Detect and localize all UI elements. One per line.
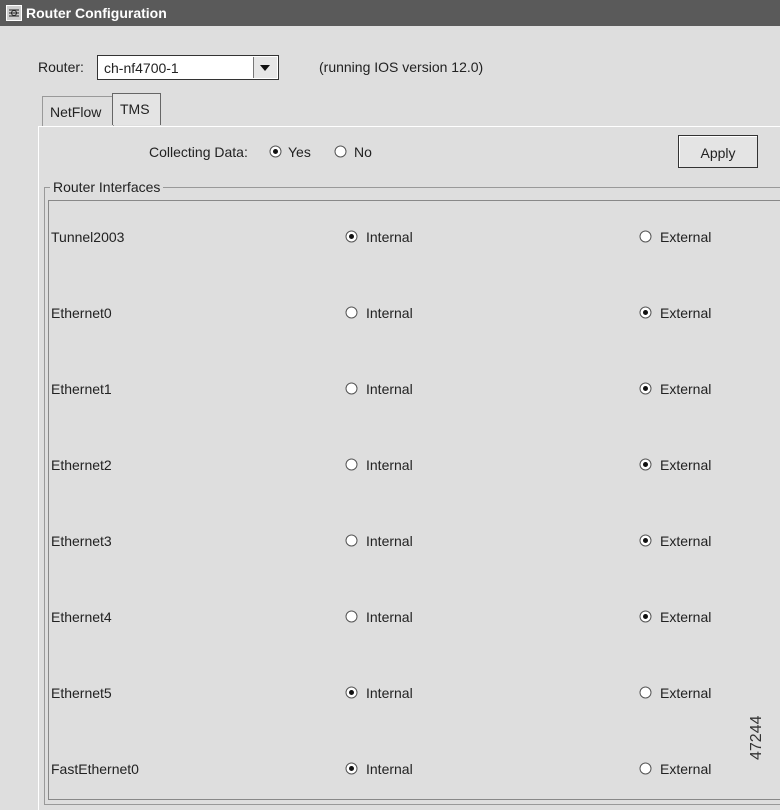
interfaces-list [48,200,780,800]
external-label: External [660,305,712,321]
interface-name: Ethernet1 [51,381,112,397]
router-select-value: ch-nf4700-1 [104,60,179,76]
external-radio[interactable] [639,762,652,775]
interface-name: FastEthernet0 [51,761,139,777]
external-label: External [660,685,712,701]
external-radio[interactable] [639,534,652,547]
router-interfaces-title: Router Interfaces [50,179,164,195]
external-label: External [660,533,712,549]
interface-name: Ethernet2 [51,457,112,473]
external-label: External [660,609,712,625]
chevron-down-icon [260,65,270,71]
apply-button[interactable]: Apply [678,135,758,168]
internal-label: Internal [366,609,413,625]
external-radio[interactable] [639,306,652,319]
internal-label: Internal [366,533,413,549]
external-radio[interactable] [639,230,652,243]
interface-name: Ethernet0 [51,305,112,321]
router-label: Router: [38,59,84,75]
internal-radio[interactable] [345,762,358,775]
collecting-yes-radio[interactable] [269,145,282,158]
internal-label: Internal [366,305,413,321]
interface-name: Tunnel2003 [51,229,125,245]
tab-tms[interactable]: TMS [112,93,161,125]
ios-version-note: (running IOS version 12.0) [319,59,484,75]
router-dropdown-button[interactable] [253,57,277,78]
internal-radio[interactable] [345,610,358,623]
external-label: External [660,761,712,777]
tab-netflow[interactable]: NetFlow [42,96,114,126]
internal-radio[interactable] [345,230,358,243]
external-radio[interactable] [639,458,652,471]
external-label: External [660,457,712,473]
router-configuration-window: Router Configuration Router: ch-nf4700-1… [0,0,780,810]
collecting-data-label: Collecting Data: [149,144,248,160]
internal-radio[interactable] [345,458,358,471]
tab-netflow-label: NetFlow [50,104,102,120]
internal-label: Internal [366,381,413,397]
app-icon [6,5,22,21]
interface-name: Ethernet5 [51,685,112,701]
internal-radio[interactable] [345,382,358,395]
internal-label: Internal [366,761,413,777]
collecting-no-radio[interactable] [334,145,347,158]
internal-label: Internal [366,457,413,473]
interface-name: Ethernet4 [51,609,112,625]
external-radio[interactable] [639,382,652,395]
external-radio[interactable] [639,610,652,623]
router-select[interactable]: ch-nf4700-1 [97,55,279,80]
figure-number: 47244 [748,715,765,761]
internal-radio[interactable] [345,686,358,699]
external-label: External [660,381,712,397]
external-radio[interactable] [639,686,652,699]
collecting-yes-label: Yes [288,144,311,160]
tab-tms-label: TMS [120,101,150,117]
apply-button-label: Apply [700,145,736,161]
external-label: External [660,229,712,245]
collecting-no-label: No [354,144,372,160]
internal-radio[interactable] [345,534,358,547]
internal-label: Internal [366,685,413,701]
interface-name: Ethernet3 [51,533,112,549]
internal-radio[interactable] [345,306,358,319]
window-title: Router Configuration [26,5,167,21]
internal-label: Internal [366,229,413,245]
title-bar: Router Configuration [0,0,780,26]
